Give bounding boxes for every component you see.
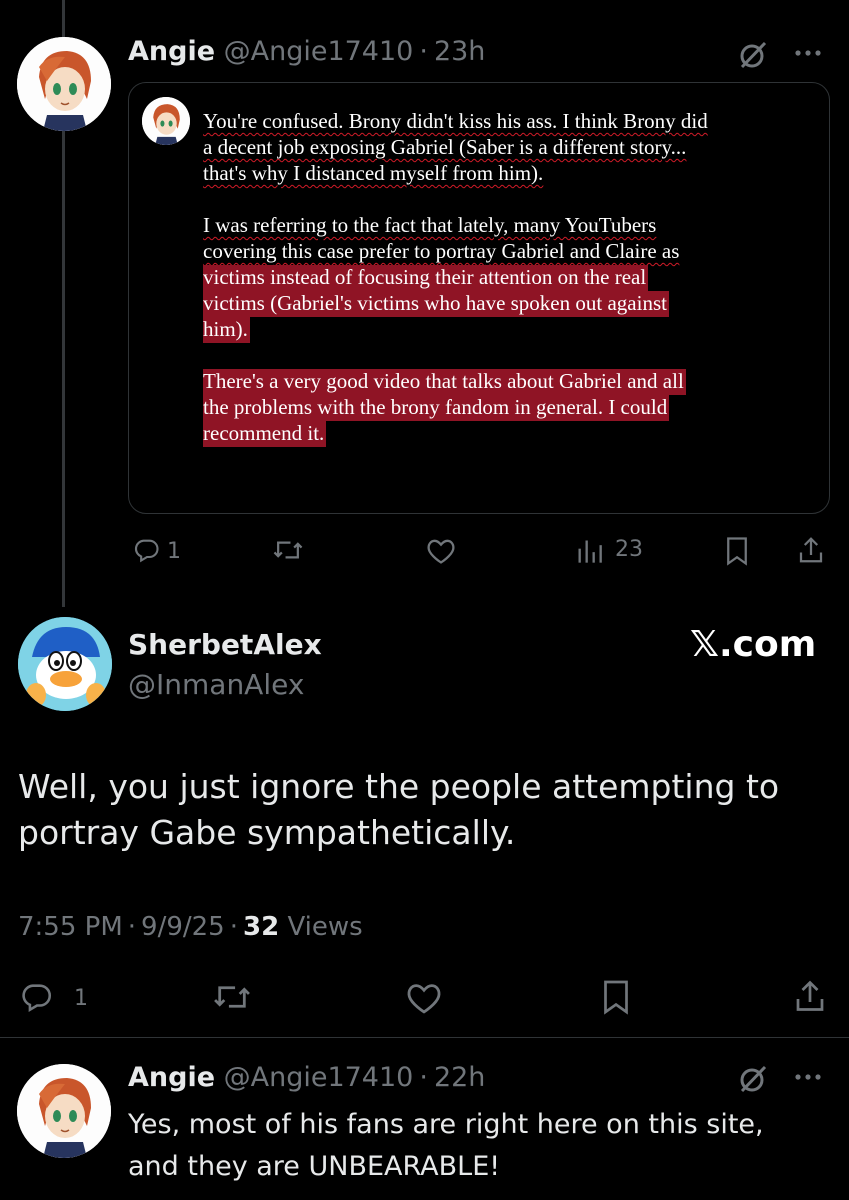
quote-line-text: a decent job exposing Gabriel (Saber is … bbox=[203, 135, 687, 159]
views-count: 32 bbox=[242, 912, 280, 942]
highlighted-text: the problems with the brony fandom in ge… bbox=[203, 395, 670, 421]
avatar[interactable] bbox=[17, 37, 111, 131]
avatar-angie-icon bbox=[17, 37, 111, 131]
more-icon[interactable] bbox=[794, 1072, 824, 1082]
reply-count: 1 bbox=[74, 986, 88, 1011]
like-icon[interactable] bbox=[404, 981, 444, 1015]
divider bbox=[0, 1037, 849, 1038]
post-body-line: portray Gabe sympathetically. bbox=[18, 813, 516, 852]
separator: · bbox=[229, 912, 238, 942]
grok-icon[interactable] bbox=[738, 1064, 768, 1094]
post-time[interactable]: 7:55 PM bbox=[18, 912, 123, 942]
more-icon[interactable] bbox=[794, 48, 824, 58]
post-date[interactable]: 9/9/25 bbox=[141, 912, 225, 942]
quote-line-text: I was referring to the fact that lately,… bbox=[203, 213, 657, 237]
quote-line: There's a very good video that talks abo… bbox=[203, 368, 823, 395]
watermark: 𝕏.com bbox=[690, 624, 817, 665]
quote-line-text: that's why I distanced myself from him). bbox=[203, 161, 544, 185]
quote-avatar bbox=[142, 97, 190, 145]
separator: · bbox=[419, 1062, 428, 1093]
timestamp[interactable]: 23h bbox=[434, 36, 485, 67]
grok-icon[interactable] bbox=[738, 40, 768, 70]
highlighted-text: victims (Gabriel's victims who have spok… bbox=[203, 291, 669, 317]
post-body: Yes, most of his fans are right here on … bbox=[128, 1104, 838, 1188]
timestamp[interactable]: 22h bbox=[434, 1062, 485, 1093]
separator: · bbox=[127, 912, 137, 942]
quote-line: recommend it. bbox=[203, 420, 823, 447]
quote-line: victims instead of focusing their attent… bbox=[203, 264, 823, 291]
share-icon[interactable] bbox=[797, 535, 825, 565]
reply-icon[interactable] bbox=[19, 980, 55, 1014]
display-name[interactable]: SherbetAlex bbox=[128, 628, 322, 661]
quote-line: I was referring to the fact that lately,… bbox=[203, 212, 823, 238]
like-icon[interactable] bbox=[425, 537, 457, 565]
handle[interactable]: @Angie17410 bbox=[224, 36, 414, 67]
avatar-angie-small-icon bbox=[142, 97, 190, 145]
post-body-line: Well, you just ignore the people attempt… bbox=[18, 767, 780, 806]
avatar-angie-icon bbox=[17, 1064, 111, 1158]
views-count: 23 bbox=[615, 537, 643, 562]
quote-line bbox=[203, 186, 823, 212]
bookmark-icon[interactable] bbox=[600, 979, 632, 1015]
quote-line: the problems with the brony fandom in ge… bbox=[203, 394, 823, 421]
views-label[interactable]: Views bbox=[287, 912, 362, 942]
display-name[interactable]: Angie bbox=[128, 1062, 215, 1093]
highlighted-text: There's a very good video that talks abo… bbox=[203, 369, 686, 395]
views-icon[interactable] bbox=[575, 537, 603, 565]
quote-text: You're confused. Brony didn't kiss his a… bbox=[203, 108, 823, 447]
reply-count: 1 bbox=[167, 539, 181, 564]
post-body-line: Yes, most of his fans are right here on … bbox=[128, 1109, 764, 1140]
quote-line: covering this case prefer to portray Gab… bbox=[203, 238, 823, 264]
quote-line: You're confused. Brony didn't kiss his a… bbox=[203, 108, 823, 134]
post-meta: 7:55 PM · 9/9/25 · 32 Views bbox=[18, 912, 363, 942]
separator: · bbox=[419, 36, 428, 67]
bookmark-icon[interactable] bbox=[724, 536, 750, 566]
avatar-sherbet-icon bbox=[18, 617, 112, 711]
post-body-line: and they are UNBEARABLE! bbox=[128, 1151, 501, 1182]
avatar[interactable] bbox=[17, 1064, 111, 1158]
avatar[interactable] bbox=[18, 617, 112, 711]
quote-line: a decent job exposing Gabriel (Saber is … bbox=[203, 134, 823, 160]
quote-line: him). bbox=[203, 316, 823, 343]
highlighted-text: recommend it. bbox=[203, 421, 327, 447]
quote-line-text: You're confused. Brony didn't kiss his a… bbox=[203, 109, 708, 133]
highlighted-text: him). bbox=[203, 317, 250, 343]
quote-line-text: covering this case prefer to portray Gab… bbox=[203, 239, 680, 263]
reply-icon[interactable] bbox=[133, 536, 161, 564]
retweet-icon[interactable] bbox=[272, 536, 304, 564]
handle[interactable]: @InmanAlex bbox=[128, 668, 304, 701]
quote-line: victims (Gabriel's victims who have spok… bbox=[203, 290, 823, 317]
quote-line: that's why I distanced myself from him). bbox=[203, 160, 823, 186]
share-icon[interactable] bbox=[793, 978, 827, 1014]
display-name[interactable]: Angie bbox=[128, 36, 215, 67]
highlighted-text: victims instead of focusing their attent… bbox=[203, 265, 649, 291]
retweet-icon[interactable] bbox=[212, 980, 252, 1014]
handle[interactable]: @Angie17410 bbox=[224, 1062, 414, 1093]
post-body: Well, you just ignore the people attempt… bbox=[18, 764, 818, 856]
quote-line bbox=[203, 342, 823, 368]
